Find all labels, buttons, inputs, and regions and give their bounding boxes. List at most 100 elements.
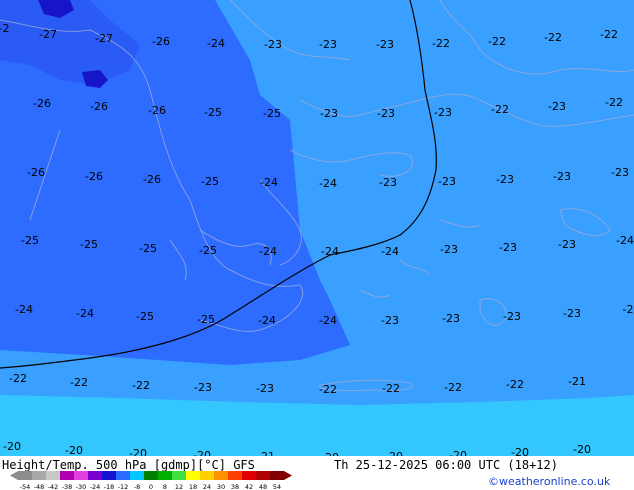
contour-label: -24 bbox=[321, 245, 339, 258]
scale-swatch bbox=[242, 471, 256, 480]
contour-label: -23 bbox=[376, 38, 394, 51]
scale-swatch bbox=[172, 471, 186, 480]
contour-label: -24 bbox=[259, 245, 277, 258]
contour-label: -23 bbox=[548, 100, 566, 113]
scale-arrow-left bbox=[10, 471, 18, 480]
scale-tick: 48 bbox=[259, 483, 267, 490]
contour-label: -25 bbox=[139, 242, 157, 255]
scale-swatch bbox=[46, 471, 60, 480]
contour-label: -20 bbox=[129, 447, 147, 456]
contour-label: -25 bbox=[263, 107, 281, 120]
contour-label: -22 bbox=[319, 383, 337, 396]
contour-label: -23 bbox=[611, 166, 629, 179]
contour-label: -23 bbox=[563, 307, 581, 320]
contour-label: -27 bbox=[95, 32, 113, 45]
contour-label: -22 bbox=[382, 382, 400, 395]
contour-label: -22 bbox=[132, 379, 150, 392]
scale-tick: 24 bbox=[203, 483, 211, 490]
contour-label: -26 bbox=[148, 104, 166, 117]
contour-label: -23 bbox=[553, 170, 571, 183]
contour-label: -20 bbox=[449, 449, 467, 456]
contour-label: -25 bbox=[199, 244, 217, 257]
scale-swatch bbox=[158, 471, 172, 480]
scale-swatch bbox=[214, 471, 228, 480]
scale-swatch bbox=[200, 471, 214, 480]
scale-tick: 54 bbox=[273, 483, 281, 490]
contour-label: -24 bbox=[319, 314, 337, 327]
color-scale: -54 -48 -42 -38 -30 -24 -18 -12 -8 0 8 12 18 24 30 38 42… bbox=[10, 471, 292, 490]
contour-label: -23 bbox=[377, 107, 395, 120]
contour-label: -23 bbox=[319, 38, 337, 51]
contour-label: -20 bbox=[573, 443, 591, 456]
contour-label: -23 bbox=[256, 382, 274, 395]
scale-tick: -8 bbox=[134, 483, 140, 490]
scale-arrow-right bbox=[284, 471, 292, 480]
scale-tick: -18 bbox=[104, 483, 115, 490]
contour-label: -25 bbox=[136, 310, 154, 323]
scale-tick: 30 bbox=[217, 483, 225, 490]
contour-label: -25 bbox=[80, 238, 98, 251]
contour-label: -23 bbox=[434, 106, 452, 119]
contour-label: -25 bbox=[201, 175, 219, 188]
contour-label: -20 bbox=[193, 449, 211, 456]
scale-tick: 18 bbox=[189, 483, 197, 490]
contour-label: -26 bbox=[90, 100, 108, 113]
contour-label: -25 bbox=[204, 106, 222, 119]
weather-map: -27 -27 -26 -24 -23 -23 -23 -22 -22 -22 -22 -26 -26 -… bbox=[0, 0, 634, 456]
contour-label: -22 bbox=[432, 37, 450, 50]
contour-label: -24 bbox=[207, 37, 225, 50]
contour-label: -24 bbox=[258, 314, 276, 327]
contour-label: -22 bbox=[605, 96, 623, 109]
contour-label: -26 bbox=[143, 173, 161, 186]
contour-label: -26 bbox=[152, 35, 170, 48]
map-svg: -27 -27 -26 -24 -23 -23 -23 -22 -22 -22 -22 -26 -26 -… bbox=[0, 0, 634, 456]
scale-swatch bbox=[228, 471, 242, 480]
contour-label: -22 bbox=[70, 376, 88, 389]
scale-tick: 38 bbox=[231, 483, 239, 490]
contour-label: -25 bbox=[21, 234, 39, 247]
contour-label: -22 bbox=[544, 31, 562, 44]
scale-swatch bbox=[32, 471, 46, 480]
contour-label: -24 bbox=[76, 307, 94, 320]
contour-label: -26 bbox=[85, 170, 103, 183]
contour-label: -23 bbox=[381, 314, 399, 327]
scale-swatch bbox=[186, 471, 200, 480]
contour-label: -27 bbox=[39, 28, 57, 41]
scale-tick: -48 bbox=[34, 483, 45, 490]
contour-label: -22 bbox=[9, 372, 27, 385]
contour-label: -25 bbox=[197, 313, 215, 326]
scale-tick: -54 bbox=[20, 483, 31, 490]
contour-label: -23 bbox=[499, 241, 517, 254]
scale-tick: 12 bbox=[175, 483, 183, 490]
contour-label: -24 bbox=[616, 234, 634, 247]
credit-link[interactable]: ©weatheronline.co.uk bbox=[488, 475, 610, 488]
contour-label: -23 bbox=[440, 243, 458, 256]
scale-tick: 8 bbox=[163, 483, 167, 490]
contour-label: -22 bbox=[491, 103, 509, 116]
scale-swatch bbox=[130, 471, 144, 480]
contour-label: -23 bbox=[194, 381, 212, 394]
scale-tick: -12 bbox=[118, 483, 129, 490]
scale-swatch bbox=[88, 471, 102, 480]
contour-label: -23 bbox=[558, 238, 576, 251]
scale-swatch bbox=[270, 471, 284, 480]
contour-label: -23 bbox=[379, 176, 397, 189]
contour-label: -23 bbox=[442, 312, 460, 325]
contour-label: -23 bbox=[438, 175, 456, 188]
scale-swatch bbox=[256, 471, 270, 480]
contour-label: -20 bbox=[65, 444, 83, 456]
contour-label: -26 bbox=[33, 97, 51, 110]
contour-label: -24 bbox=[15, 303, 33, 316]
scale-swatch bbox=[74, 471, 88, 480]
scale-tick: 42 bbox=[245, 483, 253, 490]
scale-swatch bbox=[144, 471, 158, 480]
scale-tick: -30 bbox=[76, 483, 87, 490]
scale-swatch bbox=[60, 471, 74, 480]
contour-label: -23 bbox=[496, 173, 514, 186]
scale-tick: -42 bbox=[48, 483, 59, 490]
contour-label: -22 bbox=[488, 35, 506, 48]
contour-label: -26 bbox=[27, 166, 45, 179]
scale-tick: -38 bbox=[62, 483, 73, 490]
contour-label: -24 bbox=[381, 245, 399, 258]
contour-label: -2 bbox=[623, 303, 634, 316]
